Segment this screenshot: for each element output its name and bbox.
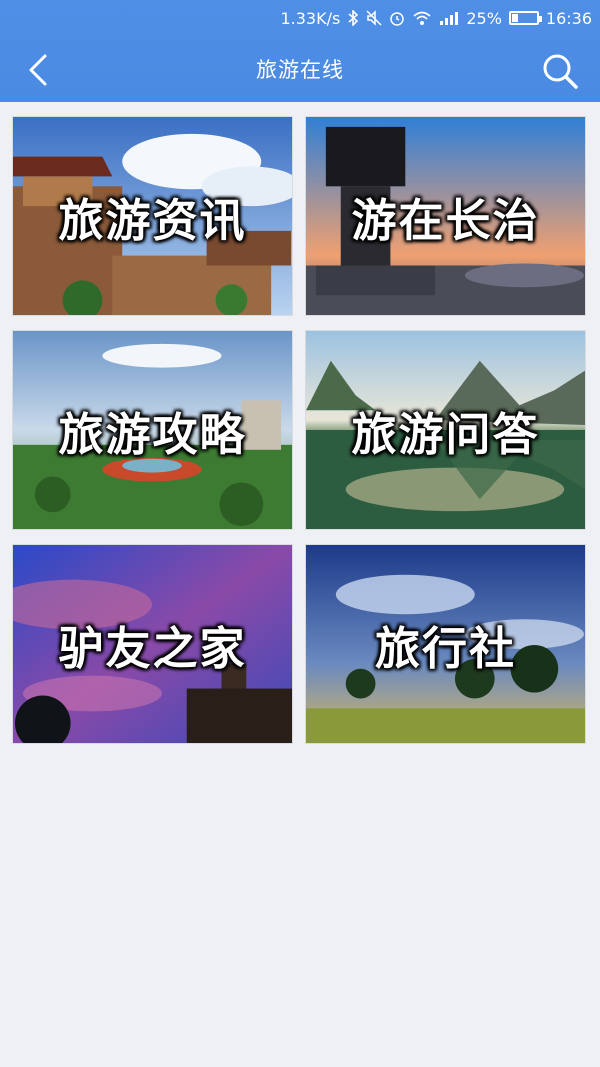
status-bar: 1.33K/s 25% 16:36 [0, 0, 600, 36]
battery-icon [508, 11, 542, 25]
tile-tour-changzhi[interactable]: 游在长治 [305, 116, 586, 316]
title-bar: 旅游在线 [0, 36, 600, 102]
app-header-bar: 1.33K/s 25% 16:36 旅游在线 [0, 0, 600, 102]
tile-label: 游在长治 [351, 193, 540, 247]
network-speed: 1.33K/s [280, 8, 341, 28]
tile-travel-agency[interactable]: 旅行社 [305, 544, 586, 744]
tile-label: 旅游攻略 [58, 407, 247, 461]
battery-percent: 25% [466, 8, 502, 28]
alarm-icon [389, 10, 405, 26]
tile-backpacker-home[interactable]: 驴友之家 [12, 544, 293, 744]
search-icon [543, 54, 578, 89]
tile-label: 旅行社 [374, 621, 516, 675]
battery-fill [511, 14, 518, 22]
tile-label: 旅游问答 [351, 407, 540, 461]
clock: 16:36 [545, 8, 592, 28]
mute-icon [366, 10, 382, 26]
tile-label: 驴友之家 [58, 621, 247, 675]
tile-travel-guide[interactable]: 旅游攻略 [12, 330, 293, 530]
signal-icon [439, 10, 459, 26]
chevron-left-icon [29, 54, 47, 86]
wifi-icon [412, 10, 432, 26]
bluetooth-icon [347, 10, 359, 26]
tile-travel-news[interactable]: 旅游资讯 [12, 116, 293, 316]
tile-label: 旅游资讯 [58, 193, 247, 247]
page-title: 旅游在线 [256, 58, 344, 82]
back-button[interactable] [18, 50, 58, 90]
tile-travel-qa[interactable]: 旅游问答 [305, 330, 586, 530]
search-button[interactable] [538, 49, 582, 93]
